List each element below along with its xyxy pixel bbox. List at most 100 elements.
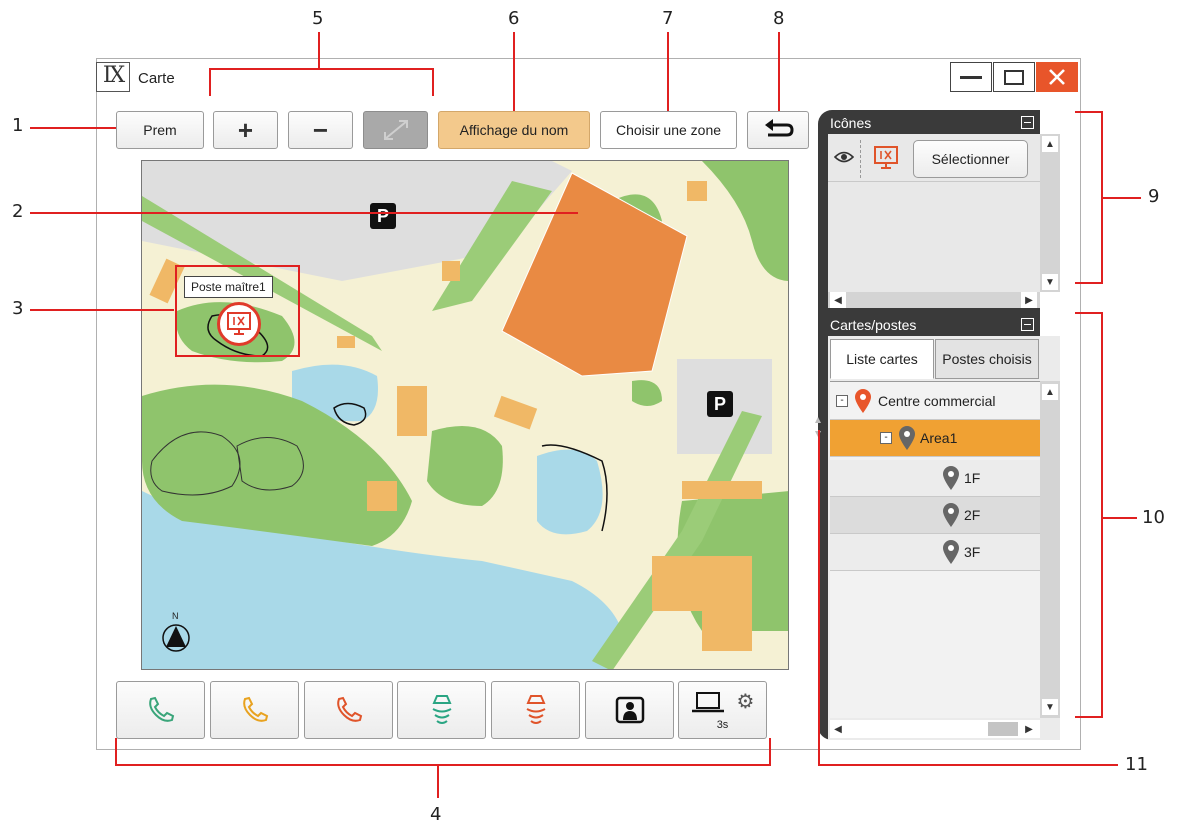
callout-line [30, 309, 174, 311]
eye-icon[interactable] [833, 150, 855, 169]
name-display-button[interactable]: Affichage du nom [438, 111, 590, 149]
tree-item-label: 3F [964, 544, 981, 560]
scroll-up-icon[interactable]: ▲ [1042, 384, 1058, 400]
select-button[interactable]: Sélectionner [913, 140, 1028, 178]
icons-panel-collapse-button[interactable] [1021, 116, 1034, 129]
callout-line [1101, 197, 1141, 199]
compass-icon [162, 624, 190, 652]
callout-line [115, 764, 771, 766]
zoom-in-button[interactable]: + [213, 111, 278, 149]
scroll-left-icon[interactable]: ◀ [830, 721, 846, 737]
callout-line [1075, 716, 1103, 718]
map-pin-icon-grey [943, 503, 959, 527]
auto-switch-button[interactable]: ⚙ 3s [678, 681, 767, 739]
map-pin-icon-grey [899, 426, 915, 450]
laptop-icon [691, 692, 724, 713]
collapse-icon[interactable]: - [836, 395, 848, 407]
tab-selected-stations[interactable]: Postes choisis [935, 339, 1039, 379]
window-title: Carte [138, 70, 175, 87]
callout-number: 5 [312, 8, 324, 29]
tab-map-list[interactable]: Liste cartes [830, 339, 934, 379]
scroll-down-icon[interactable]: ▼ [1042, 699, 1058, 715]
icons-panel-title: Icônes [830, 115, 872, 131]
map-pin-icon-grey [943, 466, 959, 490]
callout-number: 8 [773, 8, 785, 29]
map-pin-icon-grey [943, 540, 959, 564]
choose-zone-button[interactable]: Choisir une zone [600, 111, 737, 149]
scroll-left-icon[interactable]: ◀ [830, 292, 846, 308]
close-button[interactable] [1036, 62, 1078, 92]
minimize-button[interactable] [950, 62, 992, 92]
map-view[interactable]: P P Poste maître1 N [141, 160, 789, 670]
compass-label: N [172, 611, 179, 621]
minus-icon [1024, 121, 1031, 124]
callout-line [1075, 282, 1103, 284]
callout-line [115, 738, 117, 766]
tree-item-area1[interactable]: - Area1 [830, 420, 1040, 457]
callout-number: 3 [12, 298, 24, 319]
collapse-icon[interactable]: - [880, 432, 892, 444]
callout-line [30, 212, 578, 214]
callout-line [437, 764, 439, 798]
timer-label: 3s [716, 719, 729, 731]
callout-number: 1 [12, 115, 24, 136]
maximize-button[interactable] [993, 62, 1035, 92]
callout-number: 7 [662, 8, 674, 29]
map-pin-icon-orange [855, 389, 871, 413]
callout-line [769, 738, 771, 766]
parking-icon: P [707, 391, 733, 417]
callout-line [30, 127, 116, 129]
callout-number: 10 [1142, 507, 1165, 528]
tree-item-3f[interactable]: 3F [830, 534, 1040, 571]
callout-line [818, 430, 820, 766]
parking-icon: P [370, 203, 396, 229]
tree-item-2f[interactable]: 2F [830, 497, 1040, 534]
icons-horizontal-scrollbar[interactable] [828, 292, 1040, 308]
person-video-icon [615, 696, 644, 724]
callout-line [1101, 517, 1137, 519]
callout-line [778, 32, 780, 111]
callout-line [432, 68, 434, 96]
scroll-right-icon[interactable]: ▶ [1021, 292, 1037, 308]
callout-line [209, 68, 211, 96]
callout-line [667, 32, 669, 111]
tree-item-1f[interactable]: 1F [830, 460, 1040, 497]
tree-item-label: 2F [964, 507, 981, 523]
phone-icon-yellow [242, 696, 268, 722]
callout-number: 9 [1148, 186, 1160, 207]
callout-line [1075, 312, 1103, 314]
scroll-thumb[interactable] [988, 722, 1018, 736]
app-logo: IX [96, 62, 130, 92]
callout-line [318, 32, 320, 68]
callout-number: 2 [12, 201, 24, 222]
fit-view-button[interactable] [363, 111, 428, 149]
zoom-out-button[interactable]: − [288, 111, 353, 149]
video-button[interactable] [585, 681, 674, 739]
tree-item-label: Centre commercial [878, 393, 996, 409]
paging-button-green[interactable] [397, 681, 486, 739]
call-button-green[interactable] [116, 681, 205, 739]
back-button[interactable] [747, 111, 809, 149]
callout-number: 6 [508, 8, 520, 29]
maps-panel-title: Cartes/postes [830, 317, 917, 333]
maximize-icon [1004, 69, 1024, 85]
maps-panel-collapse-button[interactable] [1021, 318, 1034, 331]
call-button-red[interactable] [304, 681, 393, 739]
callout-number: 4 [430, 804, 442, 825]
prem-button[interactable]: Prem [116, 111, 204, 149]
scroll-down-icon[interactable]: ▼ [1042, 274, 1058, 290]
icons-vertical-scrollbar[interactable] [1040, 134, 1060, 292]
gear-icon: ⚙ [736, 691, 755, 713]
expand-icon [383, 120, 408, 140]
scroll-right-icon[interactable]: ▶ [1021, 721, 1037, 737]
callout-line [513, 32, 515, 111]
station-highlight-box [175, 265, 300, 357]
tree-item-centre-commercial[interactable]: - Centre commercial [830, 383, 1040, 420]
paging-button-orange[interactable] [491, 681, 580, 739]
tree-item-label: Area1 [920, 430, 958, 446]
minimize-icon [960, 75, 982, 79]
call-button-yellow[interactable] [210, 681, 299, 739]
scroll-up-icon[interactable]: ▲ [1042, 136, 1058, 152]
maps-vertical-scrollbar[interactable] [1040, 381, 1060, 718]
callout-line [209, 68, 434, 70]
